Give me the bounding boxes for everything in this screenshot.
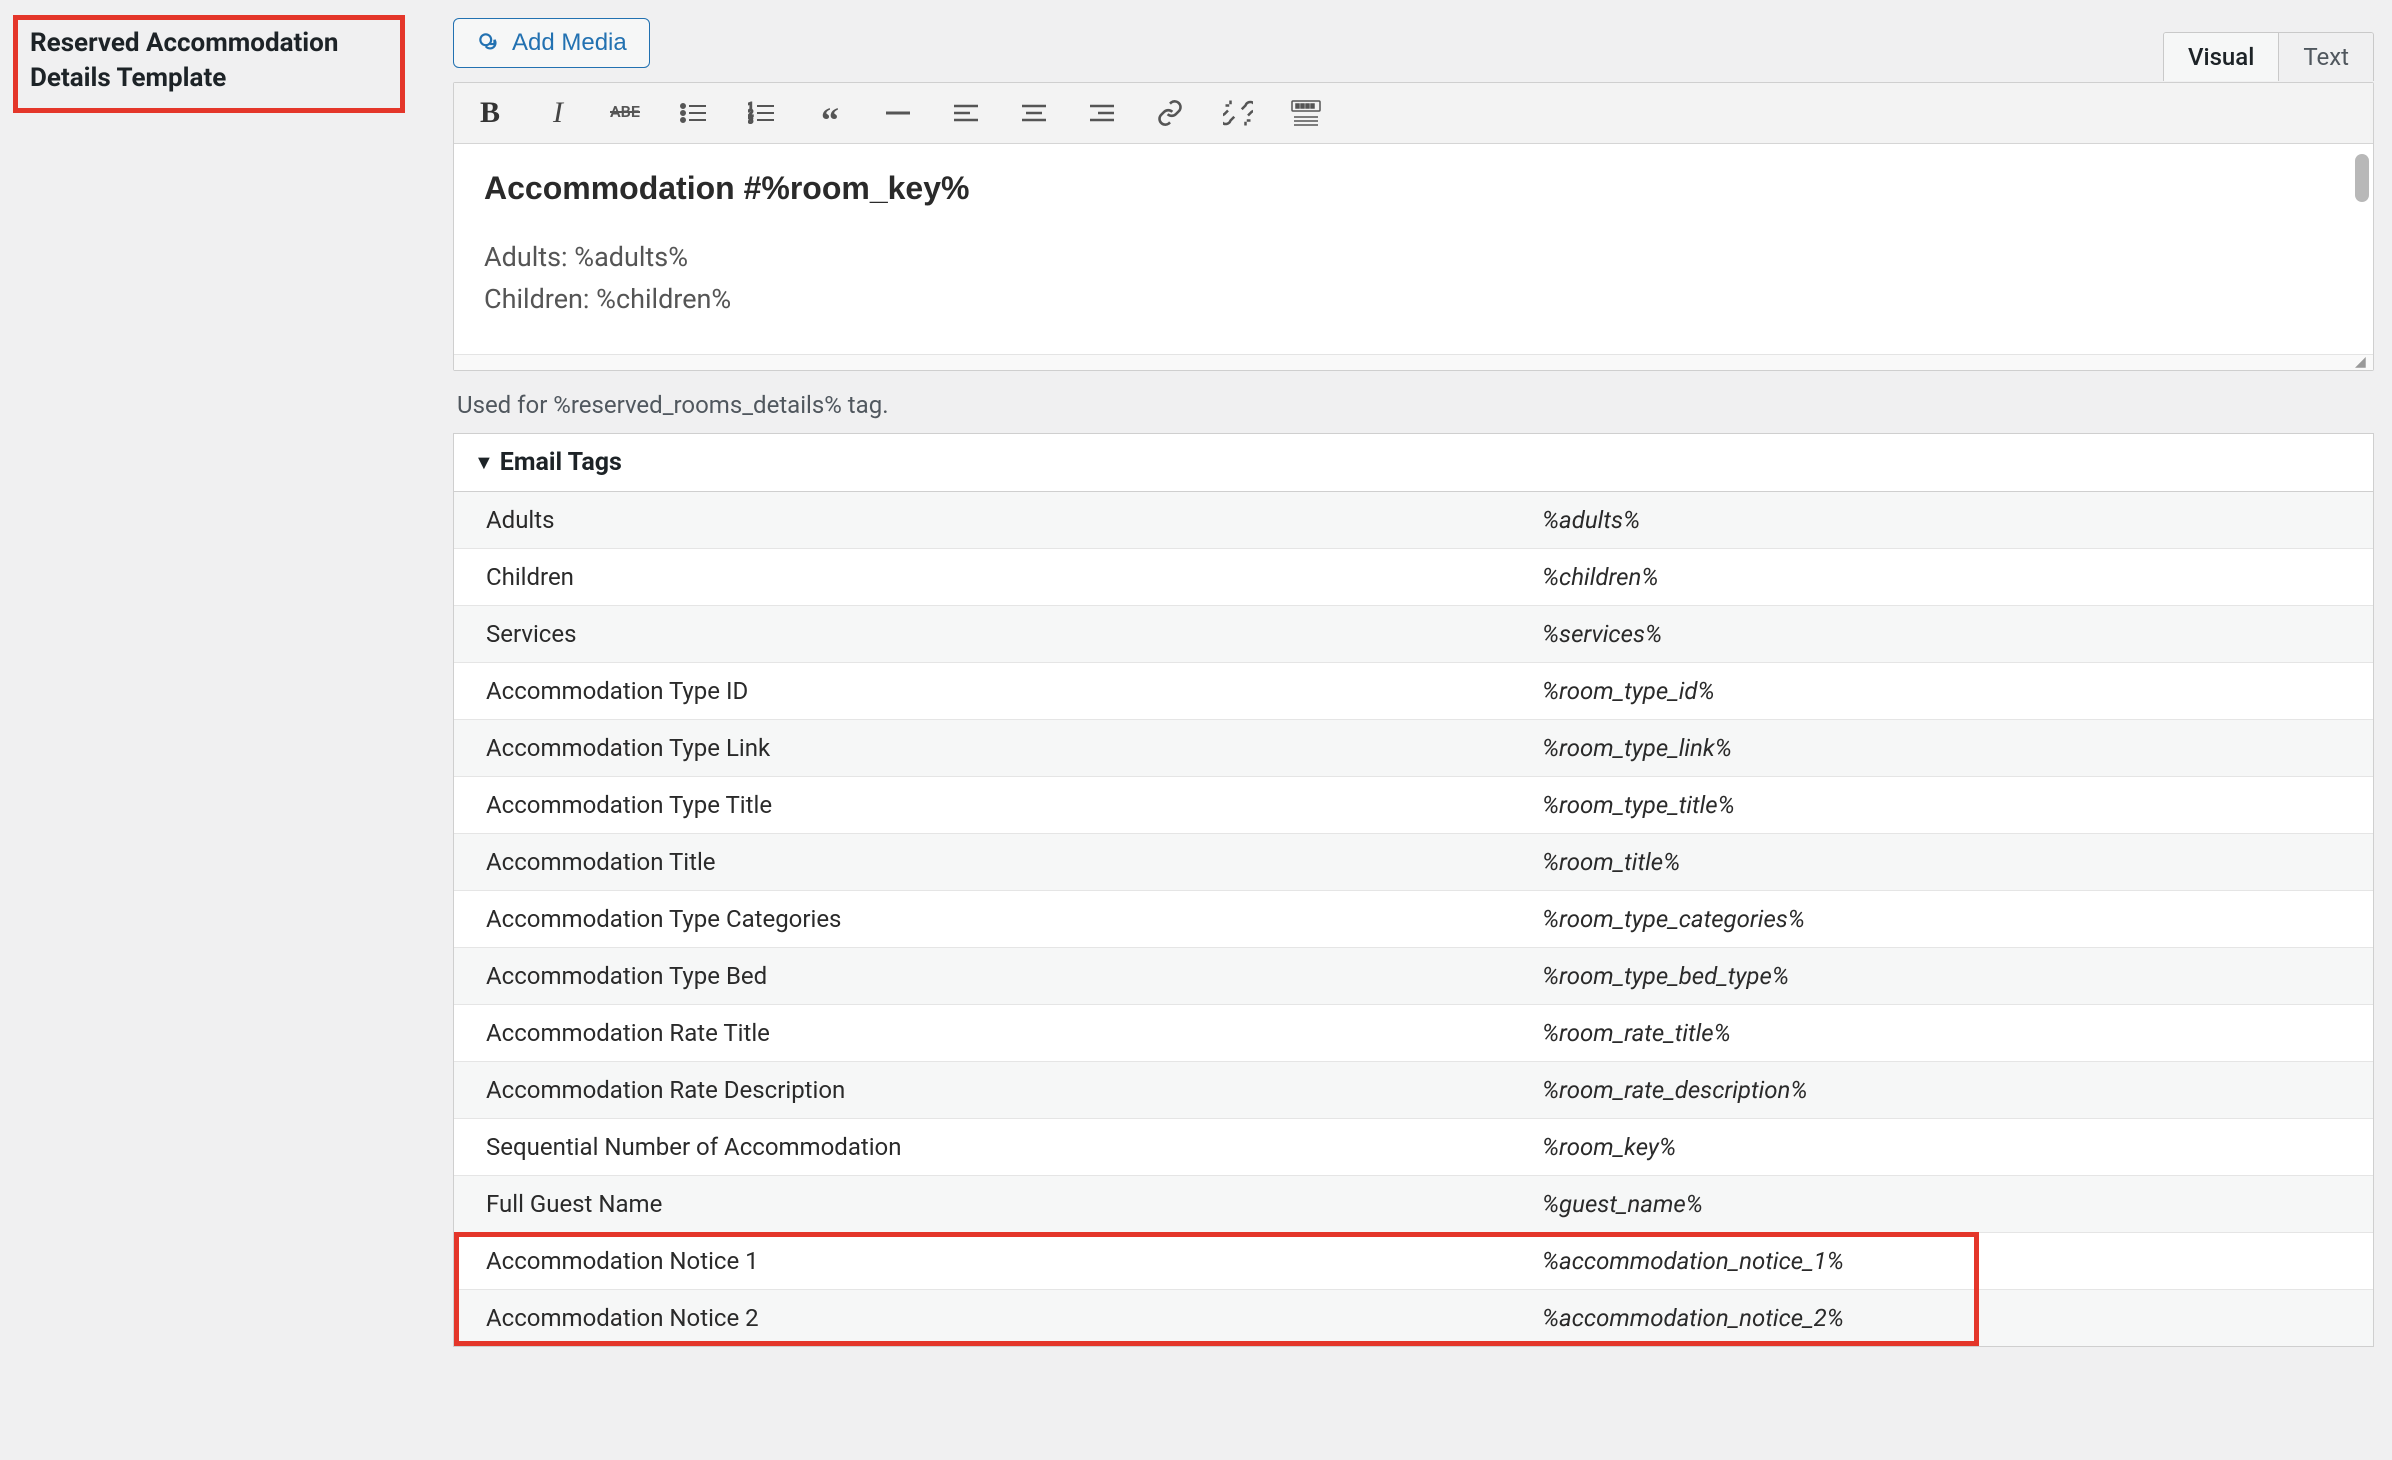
email-tag-row: Accommodation Type ID%room_type_id%	[454, 662, 2373, 719]
email-tag-row: Accommodation Notice 2%accommodation_not…	[454, 1289, 2373, 1346]
email-tag-value: %room_key%	[1530, 1119, 2373, 1175]
email-tag-row: Accommodation Type Link%room_type_link%	[454, 719, 2373, 776]
align-right-button[interactable]	[1084, 95, 1120, 131]
align-left-button[interactable]	[948, 95, 984, 131]
email-tag-value: %services%	[1530, 606, 2373, 662]
email-tag-row: Accommodation Title%room_title%	[454, 833, 2373, 890]
toolbar-toggle-button[interactable]	[1288, 95, 1324, 131]
align-center-button[interactable]	[1016, 95, 1052, 131]
section-title: Reserved Accommodation Details Template	[30, 26, 388, 96]
numbered-list-button[interactable]: 123	[744, 95, 780, 131]
editor-toolbar: B I ABE 123 “	[454, 83, 2373, 144]
horizontal-rule-button[interactable]	[880, 95, 916, 131]
email-tag-label: Accommodation Type ID	[454, 663, 1530, 719]
editor: B I ABE 123 “	[453, 82, 2374, 371]
email-tag-row: Accommodation Type Categories%room_type_…	[454, 890, 2373, 947]
italic-button[interactable]: I	[540, 95, 576, 131]
email-tag-row: Accommodation Notice 1%accommodation_not…	[454, 1232, 2373, 1289]
email-tag-value: %room_type_link%	[1530, 720, 2373, 776]
email-tag-row: Accommodation Rate Title%room_rate_title…	[454, 1004, 2373, 1061]
email-tag-row: Sequential Number of Accommodation%room_…	[454, 1118, 2373, 1175]
bullet-list-button[interactable]	[676, 95, 712, 131]
scrollbar-thumb[interactable]	[2355, 154, 2369, 202]
editor-heading: Accommodation #%room_key%	[484, 170, 2343, 207]
email-tag-label: Full Guest Name	[454, 1176, 1530, 1232]
unlink-button[interactable]	[1220, 95, 1256, 131]
tab-visual[interactable]: Visual	[2164, 33, 2279, 81]
resize-handle[interactable]: ◢	[454, 354, 2373, 370]
email-tag-label: Accommodation Type Bed	[454, 948, 1530, 1004]
email-tags-header-label: Email Tags	[500, 448, 622, 477]
email-tag-value: %room_type_id%	[1530, 663, 2373, 719]
email-tag-value: %children%	[1530, 549, 2373, 605]
add-media-button[interactable]: Add Media	[453, 18, 650, 68]
blockquote-button[interactable]: “	[812, 95, 848, 131]
email-tag-row: Full Guest Name%guest_name%	[454, 1175, 2373, 1232]
email-tag-label: Accommodation Type Title	[454, 777, 1530, 833]
email-tag-value: %accommodation_notice_1%	[1530, 1233, 2373, 1289]
email-tag-value: %room_type_bed_type%	[1530, 948, 2373, 1004]
strikethrough-button[interactable]: ABE	[608, 95, 644, 131]
editor-content[interactable]: Accommodation #%room_key% Adults: %adult…	[454, 144, 2373, 354]
email-tag-row: Accommodation Type Title%room_type_title…	[454, 776, 2373, 833]
bold-button[interactable]: B	[472, 95, 508, 131]
email-tag-row: Adults%adults%	[454, 492, 2373, 548]
media-icon	[476, 30, 502, 56]
email-tag-value: %room_type_categories%	[1530, 891, 2373, 947]
email-tag-value: %room_type_title%	[1530, 777, 2373, 833]
tab-text[interactable]: Text	[2279, 33, 2373, 81]
email-tag-label: Accommodation Notice 1	[454, 1233, 1530, 1289]
add-media-label: Add Media	[512, 29, 627, 57]
editor-tabs: Visual Text	[2163, 32, 2374, 81]
helper-text: Used for %reserved_rooms_details% tag.	[457, 391, 2374, 419]
svg-text:3: 3	[748, 116, 753, 125]
email-tag-label: Accommodation Type Categories	[454, 891, 1530, 947]
email-tags-panel: ▼ Email Tags Adults%adults%Children%chil…	[453, 433, 2374, 1347]
annotation-highlight-title: Reserved Accommodation Details Template	[13, 15, 405, 113]
email-tag-value: %room_rate_title%	[1530, 1005, 2373, 1061]
editor-line-adults: Adults: %adults%	[484, 237, 2343, 279]
email-tag-label: Sequential Number of Accommodation	[454, 1119, 1530, 1175]
email-tag-label: Children	[454, 549, 1530, 605]
email-tag-label: Accommodation Rate Title	[454, 1005, 1530, 1061]
email-tag-value: %room_title%	[1530, 834, 2373, 890]
editor-line-children: Children: %children%	[484, 279, 2343, 321]
email-tag-label: Accommodation Notice 2	[454, 1290, 1530, 1346]
email-tags-toggle[interactable]: ▼ Email Tags	[454, 434, 2373, 492]
link-button[interactable]	[1152, 95, 1188, 131]
email-tag-row: Children%children%	[454, 548, 2373, 605]
email-tag-label: Accommodation Type Link	[454, 720, 1530, 776]
email-tag-label: Adults	[454, 492, 1530, 548]
email-tag-row: Accommodation Rate Description%room_rate…	[454, 1061, 2373, 1118]
email-tag-label: Accommodation Rate Description	[454, 1062, 1530, 1118]
email-tag-value: %accommodation_notice_2%	[1530, 1290, 2373, 1346]
email-tag-row: Services%services%	[454, 605, 2373, 662]
email-tag-value: %guest_name%	[1530, 1176, 2373, 1232]
email-tag-value: %adults%	[1530, 492, 2373, 548]
email-tag-label: Accommodation Title	[454, 834, 1530, 890]
email-tag-row: Accommodation Type Bed%room_type_bed_typ…	[454, 947, 2373, 1004]
email-tag-label: Services	[454, 606, 1530, 662]
collapse-icon: ▼	[474, 450, 494, 475]
email-tag-value: %room_rate_description%	[1530, 1062, 2373, 1118]
